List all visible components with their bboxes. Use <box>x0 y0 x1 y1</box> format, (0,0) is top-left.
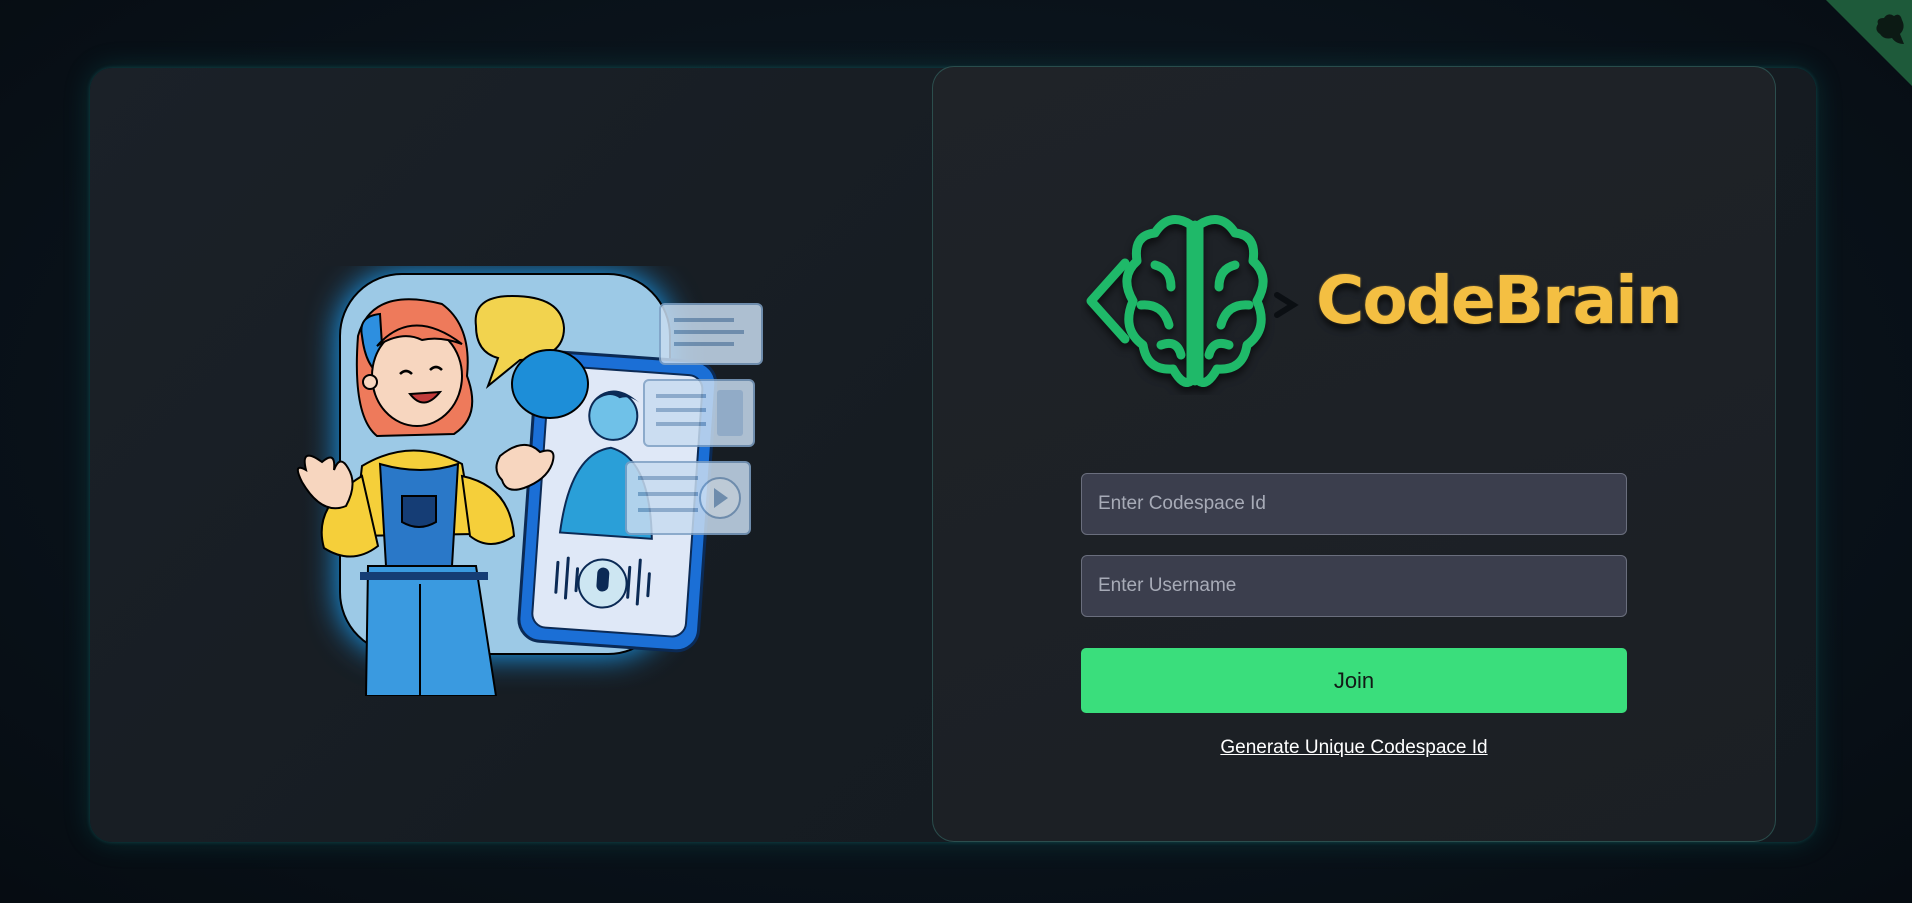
brain-code-icon <box>1086 215 1299 387</box>
login-panel: CodeBrain Join Generate Unique Codespace… <box>932 66 1776 842</box>
video-chat-illustration <box>262 266 764 697</box>
github-corner-link[interactable] <box>1826 0 1912 86</box>
codebrain-logo: CodeBrain <box>1081 205 1683 395</box>
generate-codespace-id-link[interactable]: Generate Unique Codespace Id <box>1081 737 1627 759</box>
logo-text: CodeBrain <box>1316 261 1683 339</box>
codespace-id-input[interactable] <box>1081 473 1627 535</box>
join-button[interactable]: Join <box>1081 648 1627 713</box>
github-octocat-icon <box>1826 0 1912 86</box>
username-input[interactable] <box>1081 555 1627 617</box>
